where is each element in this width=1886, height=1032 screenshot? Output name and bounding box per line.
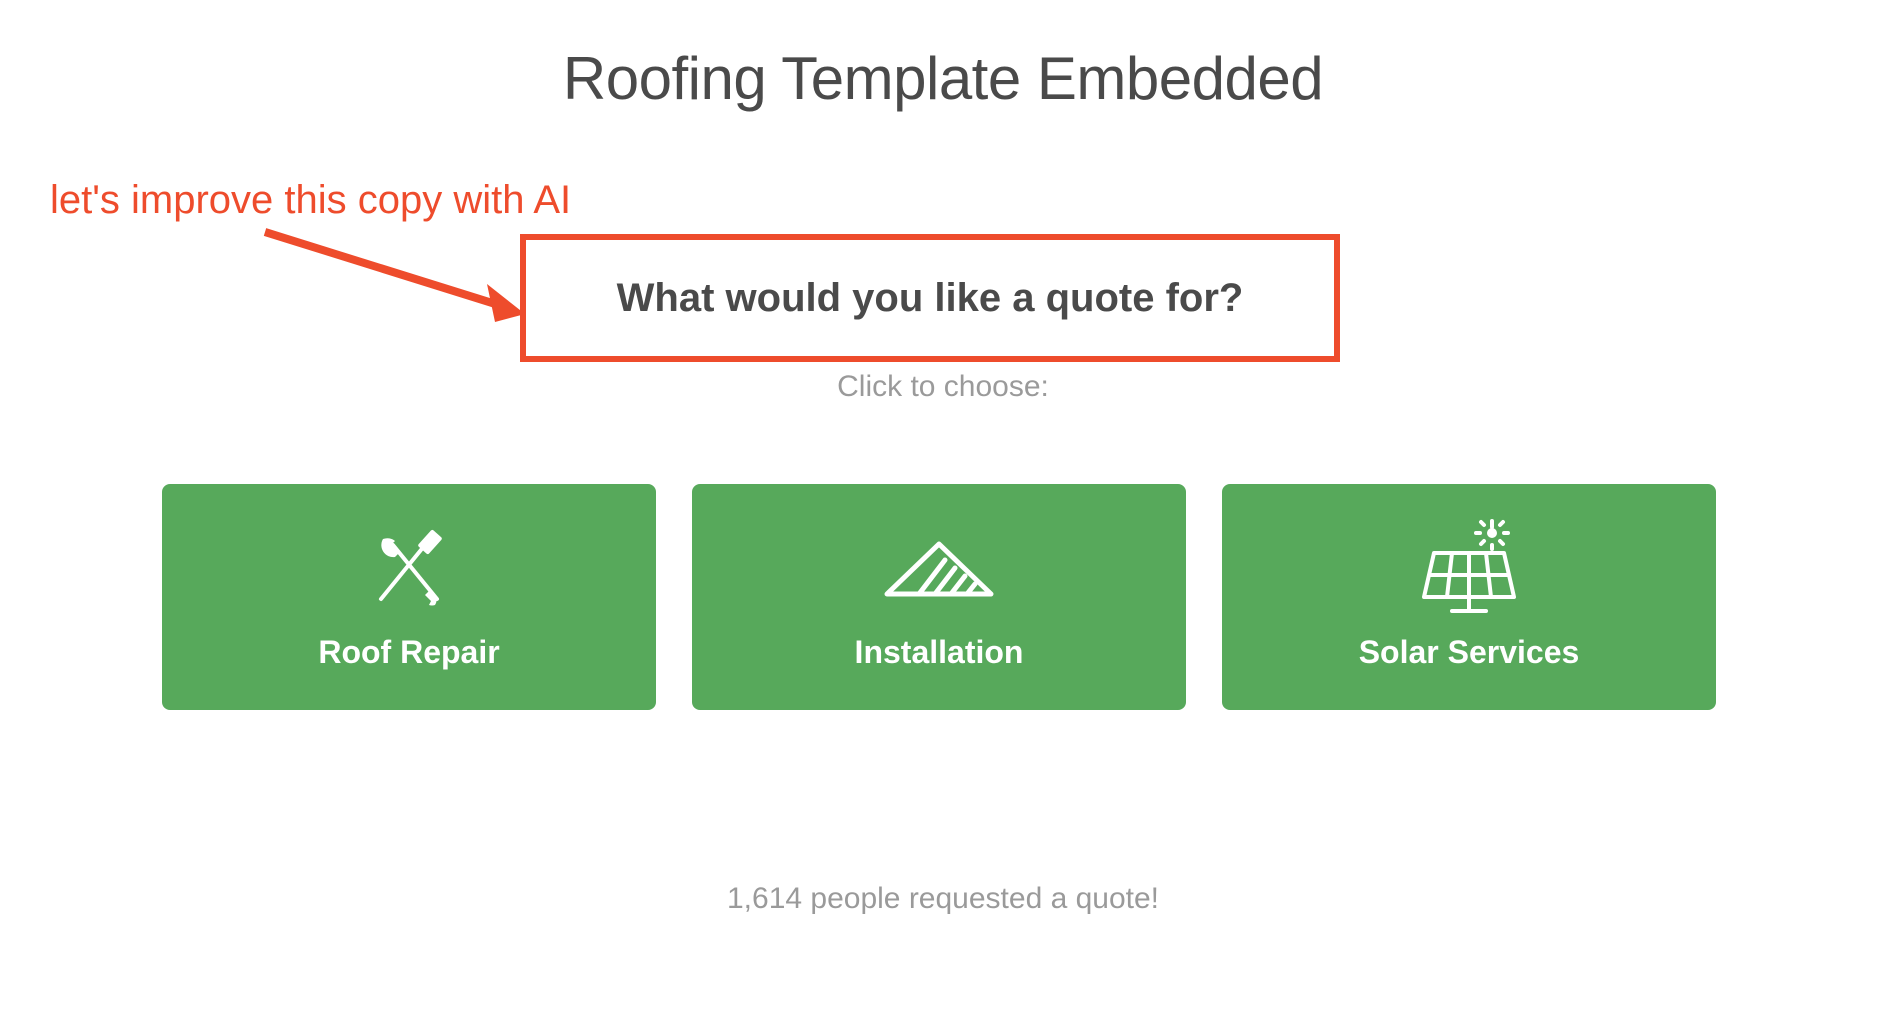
arrow-icon (255, 222, 545, 342)
option-label: Roof Repair (318, 634, 499, 671)
option-roof-repair[interactable]: Roof Repair (162, 484, 656, 710)
tools-icon (363, 524, 455, 614)
option-installation[interactable]: Installation (692, 484, 1186, 710)
question-subtitle: Click to choose: (0, 370, 1886, 404)
option-solar-services[interactable]: Solar Services (1222, 484, 1716, 710)
roof-icon (879, 524, 999, 614)
question-text: What would you like a quote for? (617, 276, 1244, 321)
page-title: Roofing Template Embedded (0, 44, 1886, 113)
solar-panel-icon (1414, 524, 1524, 614)
question-highlight-box: What would you like a quote for? (520, 234, 1340, 362)
option-label: Solar Services (1359, 634, 1580, 671)
annotation-text: let's improve this copy with AI (50, 178, 571, 223)
stats-text: 1,614 people requested a quote! (0, 882, 1886, 916)
options-row: Roof Repair Installation (162, 484, 1716, 710)
option-label: Installation (855, 634, 1024, 671)
